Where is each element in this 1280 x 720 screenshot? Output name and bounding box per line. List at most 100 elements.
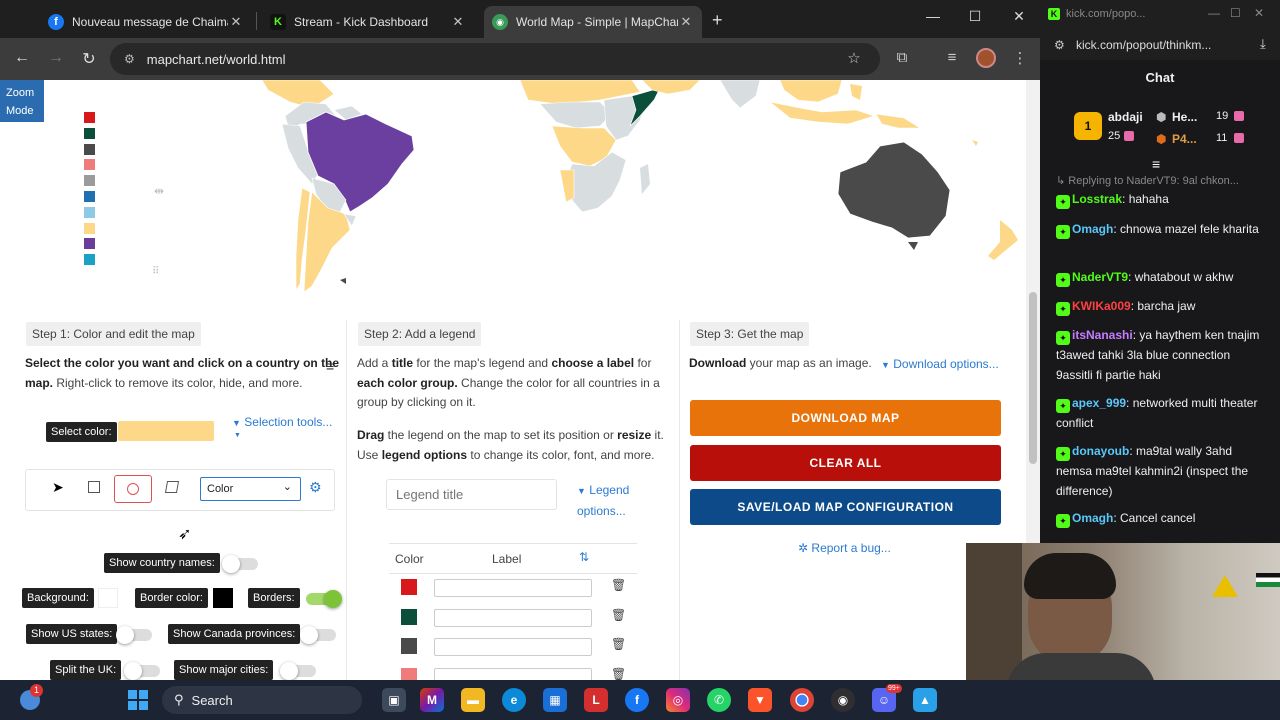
chat-username[interactable]: Omagh bbox=[1072, 222, 1113, 236]
rectangle-select-icon[interactable] bbox=[88, 481, 100, 493]
windows-start-icon[interactable] bbox=[128, 690, 148, 710]
legend-row-label-input[interactable] bbox=[434, 667, 592, 680]
edge-icon[interactable]: e bbox=[502, 688, 526, 712]
task-view-icon[interactable]: ▣ bbox=[382, 688, 406, 712]
legend-title-input[interactable] bbox=[386, 479, 557, 510]
clear-all-button[interactable]: CLEAR ALL bbox=[690, 445, 1001, 481]
chrome-icon[interactable] bbox=[790, 688, 814, 712]
site-info-icon[interactable]: ⚙ bbox=[1054, 38, 1065, 52]
show-country-names-toggle[interactable] bbox=[222, 555, 258, 573]
microsoft365-icon[interactable]: M bbox=[420, 688, 444, 712]
download-options-link[interactable]: ▼ Download options... bbox=[881, 357, 999, 371]
legend-swatch[interactable] bbox=[84, 127, 95, 139]
legend-swatch[interactable] bbox=[84, 175, 95, 187]
menu-icon[interactable]: ≡ bbox=[326, 358, 334, 374]
download-icon[interactable]: ⤓ bbox=[1260, 36, 1266, 52]
chat-username[interactable]: NaderVT9 bbox=[1072, 270, 1128, 284]
chat-username[interactable]: itsNanashi bbox=[1072, 328, 1133, 342]
chat-username[interactable]: KWIKa009 bbox=[1072, 299, 1131, 313]
show-us-states-toggle[interactable] bbox=[116, 626, 152, 644]
legend-row-label-input[interactable] bbox=[434, 608, 592, 627]
back-icon[interactable]: ← bbox=[10, 49, 34, 67]
pointer-tool-icon[interactable]: ➤ bbox=[52, 479, 64, 496]
legend-row-color[interactable] bbox=[401, 608, 417, 625]
legend-swatch[interactable] bbox=[84, 190, 95, 202]
color-mode-select[interactable]: Color ⌄ bbox=[200, 477, 301, 501]
legend-row-label-input[interactable] bbox=[434, 579, 592, 597]
legend-swatch[interactable] bbox=[84, 254, 95, 266]
close-tab-icon[interactable]: ✕ bbox=[678, 14, 694, 30]
close-window-icon[interactable]: ✕ bbox=[1004, 8, 1034, 25]
minimize-icon[interactable]: — bbox=[918, 8, 948, 24]
legend-swatch[interactable] bbox=[84, 238, 95, 250]
world-map[interactable] bbox=[0, 80, 1026, 320]
media-controls-icon[interactable]: ≡ bbox=[940, 49, 964, 66]
close-tab-icon[interactable]: ✕ bbox=[228, 14, 244, 30]
scroll-thumb[interactable] bbox=[1029, 292, 1037, 464]
taskbar-search[interactable]: ⚲ Search bbox=[162, 686, 362, 714]
menu-kebab-icon[interactable]: ⋮ bbox=[1008, 49, 1032, 67]
address-bar[interactable]: ⚙ mapchart.net/world.html bbox=[110, 43, 880, 75]
reload-icon[interactable]: ↻ bbox=[77, 49, 101, 69]
site-info-icon[interactable]: ⚙ bbox=[124, 52, 135, 66]
legend-swatch[interactable] bbox=[84, 112, 95, 123]
brave-icon[interactable]: ▼ bbox=[748, 688, 772, 712]
legend-row-color[interactable] bbox=[401, 667, 417, 680]
background-color-swatch[interactable] bbox=[98, 588, 118, 608]
chat-username[interactable]: Omagh bbox=[1072, 511, 1113, 525]
tab-kick-dashboard[interactable]: K Stream - Kick Dashboard ✕ bbox=[262, 6, 474, 38]
borders-toggle[interactable] bbox=[306, 590, 342, 608]
legend-swatch[interactable] bbox=[84, 143, 95, 155]
pan-handle-icon[interactable]: ⇹ bbox=[154, 184, 164, 198]
expand-icon[interactable]: ≡ bbox=[1152, 156, 1160, 172]
trash-icon[interactable]: 🗑 bbox=[611, 637, 626, 651]
legend-row-label-input[interactable] bbox=[434, 638, 592, 656]
map-legend-swatches[interactable] bbox=[84, 112, 95, 270]
show-canada-provinces-toggle[interactable] bbox=[300, 626, 336, 644]
close-window-icon[interactable]: ✕ bbox=[1254, 6, 1264, 20]
chat-username[interactable]: donayoub bbox=[1072, 444, 1129, 458]
save-load-config-button[interactable]: SAVE/LOAD MAP CONFIGURATION bbox=[690, 489, 1001, 525]
show-major-cities-toggle[interactable] bbox=[280, 662, 316, 680]
legend-swatch[interactable] bbox=[84, 159, 95, 171]
legend-row-color[interactable] bbox=[401, 638, 417, 654]
photos-icon[interactable]: ▲ bbox=[913, 688, 937, 712]
legend-row-color[interactable] bbox=[401, 579, 417, 595]
border-color-swatch[interactable] bbox=[213, 588, 233, 608]
profile-avatar[interactable] bbox=[976, 48, 996, 68]
report-bug-link[interactable]: ✲ Report a bug... bbox=[798, 541, 891, 555]
selection-tools-link[interactable]: ▼ Selection tools... bbox=[232, 415, 332, 429]
trash-icon[interactable]: 🗑 bbox=[611, 608, 626, 622]
maximize-icon[interactable]: ☐ bbox=[1230, 6, 1241, 20]
trash-icon[interactable]: 🗑 bbox=[611, 578, 626, 592]
chat-username[interactable]: Losstrak bbox=[1072, 192, 1122, 206]
settings-gear-icon[interactable]: ⚙ bbox=[309, 479, 322, 496]
forward-icon[interactable]: → bbox=[44, 49, 68, 67]
obs-icon[interactable]: ◉ bbox=[831, 688, 855, 712]
close-tab-icon[interactable]: ✕ bbox=[450, 14, 466, 30]
tab-facebook[interactable]: f Nouveau message de Chaima c ✕ bbox=[40, 6, 252, 38]
bookmark-star-icon[interactable]: ☆ bbox=[842, 49, 866, 67]
circle-select-icon[interactable] bbox=[114, 475, 152, 503]
maximize-icon[interactable]: ☐ bbox=[960, 8, 990, 25]
new-tab-icon[interactable]: + bbox=[712, 10, 723, 31]
download-map-button[interactable]: DOWNLOAD MAP bbox=[690, 400, 1001, 436]
legend-swatch[interactable] bbox=[84, 222, 95, 234]
legend-swatch[interactable] bbox=[84, 206, 95, 218]
file-explorer-icon[interactable]: ▬ bbox=[461, 688, 485, 712]
whatsapp-icon[interactable]: ✆ bbox=[707, 688, 731, 712]
store-icon[interactable]: ▦ bbox=[543, 688, 567, 712]
facebook-icon[interactable]: f bbox=[625, 688, 649, 712]
resize-handle-icon[interactable]: ⠿ bbox=[152, 266, 159, 277]
legend-options-link[interactable]: ▼ Legend options... bbox=[577, 481, 629, 521]
app-l-icon[interactable]: L bbox=[584, 688, 608, 712]
selected-color-swatch[interactable] bbox=[118, 421, 214, 441]
minimize-icon[interactable]: — bbox=[1208, 6, 1220, 20]
chat-username[interactable]: apex_999 bbox=[1072, 396, 1126, 410]
split-uk-toggle[interactable] bbox=[124, 662, 160, 680]
instagram-icon[interactable]: ◎ bbox=[666, 688, 690, 712]
sort-icon[interactable]: ⇅ bbox=[579, 550, 589, 564]
tab-mapchart[interactable]: ◉ World Map - Simple | MapChar ✕ bbox=[484, 6, 702, 38]
zoom-mode-button[interactable]: Zoom Mode bbox=[0, 80, 44, 122]
extensions-icon[interactable]: ⧉ bbox=[890, 49, 914, 66]
